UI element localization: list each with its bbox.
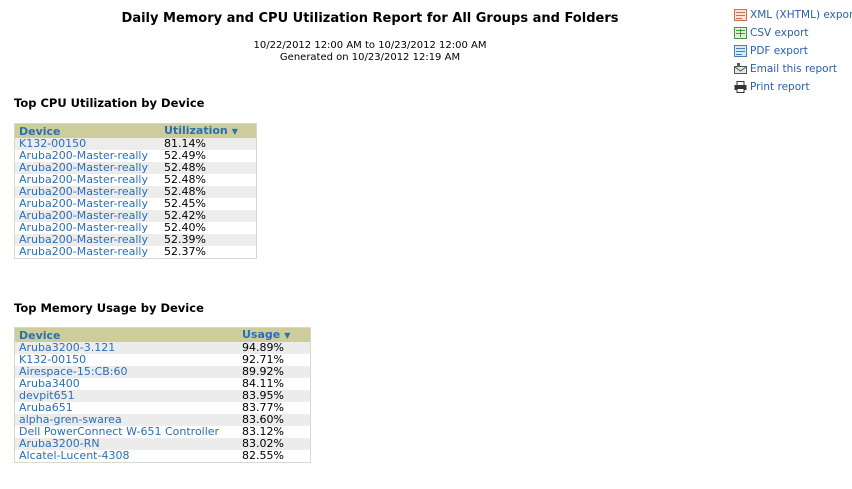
pdf-export-link[interactable]: PDF export — [734, 42, 852, 60]
export-links: XML (XHTML) export CSV export PDF export… — [734, 6, 852, 96]
device-link[interactable]: Alcatel-Lucent-4308 — [14, 450, 238, 463]
email-report-label: Email this report — [750, 63, 838, 75]
printer-icon — [734, 81, 747, 93]
value-cell: 82.55% — [238, 450, 311, 463]
cpu-col-utilization[interactable]: Utilization ▼ — [160, 123, 257, 138]
print-report-link[interactable]: Print report — [734, 78, 852, 96]
csv-export-icon — [734, 27, 747, 39]
xml-export-label: XML (XHTML) export — [750, 9, 852, 21]
pdf-export-icon — [734, 45, 747, 57]
print-report-label: Print report — [750, 81, 810, 93]
cpu-col-device[interactable]: Device — [14, 123, 160, 138]
xml-export-link[interactable]: XML (XHTML) export — [734, 6, 852, 24]
report-title: Daily Memory and CPU Utilization Report … — [121, 11, 619, 26]
device-link[interactable]: Aruba200-Master-really — [14, 246, 160, 259]
cpu-section-title: Top CPU Utilization by Device — [14, 96, 205, 110]
pdf-export-label: PDF export — [750, 45, 808, 57]
report-generated: Generated on 10/23/2012 12:19 AM — [279, 52, 461, 63]
memory-table-body: Aruba3200-3.121 94.89% K132-00150 92.71% Air… — [14, 342, 311, 463]
value-cell: 52.37% — [160, 246, 257, 259]
sort-desc-icon: ▼ — [284, 331, 291, 340]
memory-section-title: Top Memory Usage by Device — [14, 301, 204, 315]
report-date-range: 10/22/2012 12:00 AM to 10/23/2012 12:00 … — [253, 40, 487, 51]
report-subtitle: 10/22/2012 12:00 AM to 10/23/2012 12:00 … — [0, 40, 740, 64]
email-icon — [734, 63, 747, 75]
table-row: Aruba200-Master-really 52.37% — [14, 246, 257, 259]
memory-col-device[interactable]: Device — [14, 327, 238, 342]
cpu-table: Device Utilization ▼ K132-00150 81.14% Arub… — [14, 123, 257, 259]
xml-export-icon — [734, 9, 747, 21]
email-report-link[interactable]: Email this report — [734, 60, 852, 78]
cpu-table-body: K132-00150 81.14% Aruba200-Master-really 52… — [14, 138, 257, 259]
table-row: Alcatel-Lucent-4308 82.55% — [14, 450, 311, 463]
memory-col-usage[interactable]: Usage ▼ — [238, 327, 311, 342]
sort-desc-icon: ▼ — [231, 127, 238, 136]
csv-export-link[interactable]: CSV export — [734, 24, 852, 42]
csv-export-label: CSV export — [750, 27, 809, 39]
memory-table: Device Usage ▼ Aruba3200-3.121 94.89% K132-… — [14, 327, 311, 463]
